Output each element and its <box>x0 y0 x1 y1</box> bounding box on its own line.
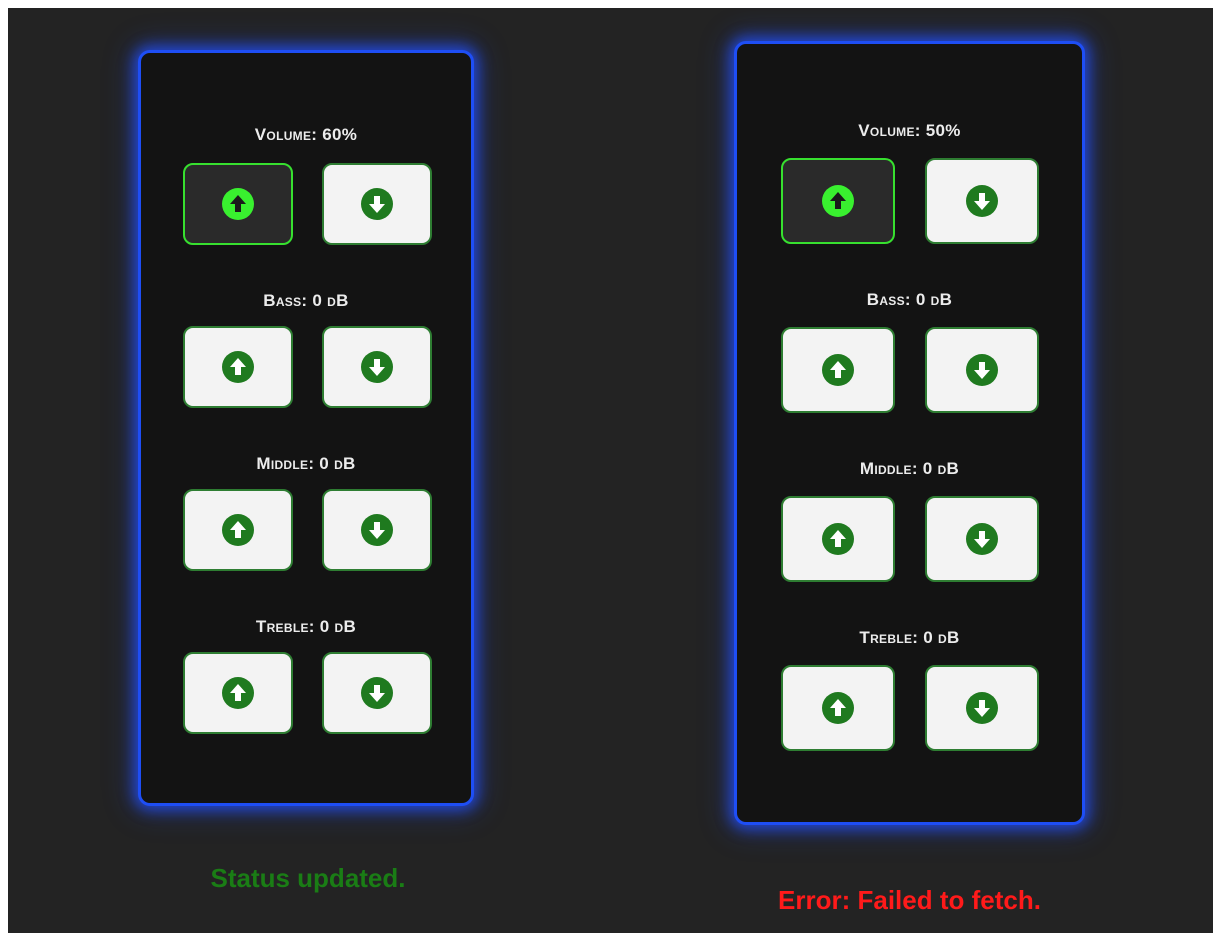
arrow-circle-up-icon <box>222 188 254 220</box>
volume-label: Volume: 50% <box>858 121 961 140</box>
arrow-circle-up-icon <box>822 354 854 386</box>
arrow-circle-down-icon <box>966 692 998 724</box>
volume-down-button[interactable] <box>322 163 432 245</box>
arrow-circle-up-icon <box>222 514 254 546</box>
bass-label: Bass: 0 dB <box>866 290 953 309</box>
bass-up-button[interactable] <box>781 327 895 413</box>
volume-up-button[interactable] <box>781 158 895 244</box>
middle-label: Middle: 0 dB <box>256 454 356 473</box>
arrow-circle-up-icon <box>822 185 854 217</box>
middle-up-button[interactable] <box>781 496 895 582</box>
audio-control-panel: Volume: 60% Bass: 0 dB Middle: 0 dB Treb… <box>138 50 474 806</box>
error-message: Error: Failed to fetch. <box>778 885 1041 915</box>
arrow-circle-up-icon <box>222 677 254 709</box>
arrow-circle-down-icon <box>966 523 998 555</box>
bass-down-button[interactable] <box>925 327 1039 413</box>
bass-up-button[interactable] <box>183 326 293 408</box>
treble-down-button[interactable] <box>322 652 432 734</box>
treble-label: Treble: 0 dB <box>859 628 960 647</box>
arrow-circle-up-icon <box>222 351 254 383</box>
arrow-circle-down-icon <box>966 185 998 217</box>
volume-down-button[interactable] <box>925 158 1039 244</box>
status-message: Status updated. <box>210 863 406 893</box>
bass-down-button[interactable] <box>322 326 432 408</box>
arrow-circle-down-icon <box>361 514 393 546</box>
treble-down-button[interactable] <box>925 665 1039 751</box>
arrow-circle-down-icon <box>361 677 393 709</box>
treble-up-button[interactable] <box>183 652 293 734</box>
arrow-circle-down-icon <box>361 188 393 220</box>
middle-label: Middle: 0 dB <box>859 459 960 478</box>
volume-label: Volume: 60% <box>254 125 358 144</box>
middle-down-button[interactable] <box>322 489 432 571</box>
arrow-circle-down-icon <box>361 351 393 383</box>
volume-up-button[interactable] <box>183 163 293 245</box>
audio-control-panel: Volume: 50% Bass: 0 dB Middle: 0 dB Treb… <box>734 41 1085 825</box>
treble-label: Treble: 0 dB <box>255 617 357 636</box>
arrow-circle-down-icon <box>966 354 998 386</box>
middle-up-button[interactable] <box>183 489 293 571</box>
bass-label: Bass: 0 dB <box>263 291 349 310</box>
treble-up-button[interactable] <box>781 665 895 751</box>
middle-down-button[interactable] <box>925 496 1039 582</box>
arrow-circle-up-icon <box>822 523 854 555</box>
arrow-circle-up-icon <box>822 692 854 724</box>
